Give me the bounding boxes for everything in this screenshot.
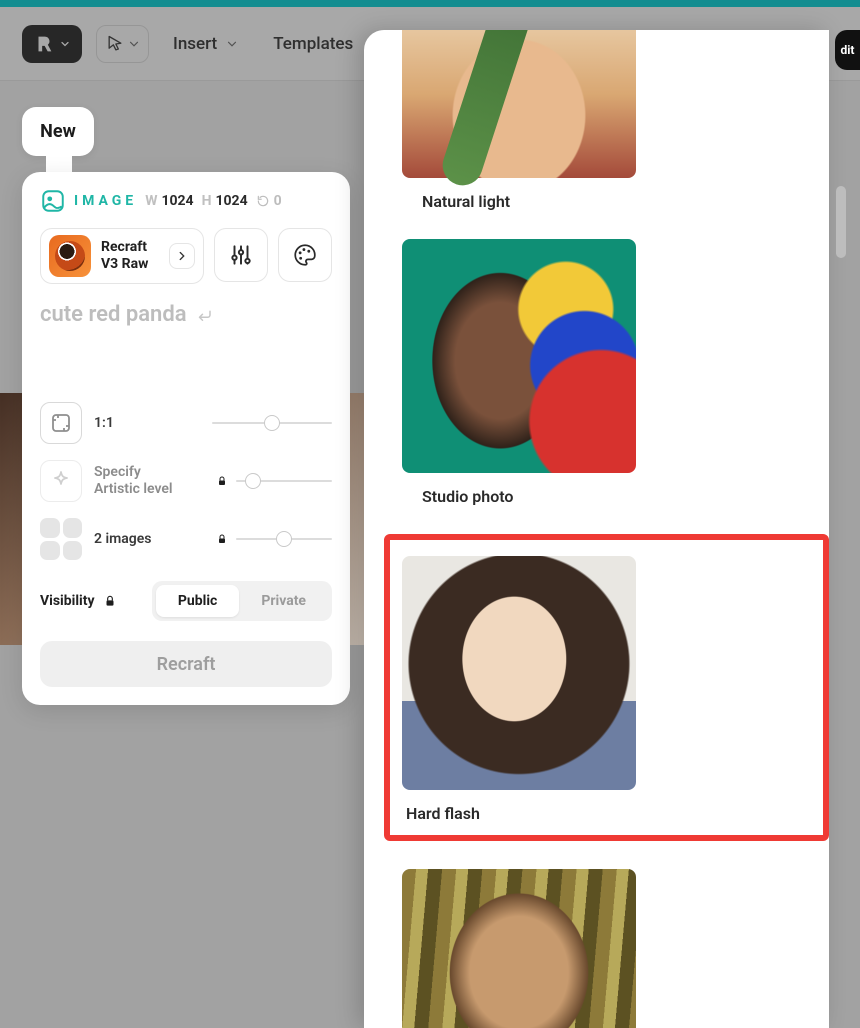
enter-icon: [195, 306, 213, 324]
slider-knob[interactable]: [264, 415, 280, 431]
lock-icon: [216, 475, 228, 487]
edge-action-pill[interactable]: dit: [835, 30, 860, 70]
width-value: 1024: [161, 193, 193, 209]
sparkle-icon: [49, 469, 73, 493]
style-gallery-panel: Natural light Studio photo Hard flash: [364, 30, 829, 1028]
tile-icon: [63, 541, 83, 561]
model-name-line1: Recraft: [101, 239, 148, 256]
advanced-settings-button[interactable]: [214, 228, 268, 282]
visibility-public-label: Public: [178, 593, 217, 609]
visibility-row: Visibility Public Private: [40, 581, 332, 621]
tile-icon: [40, 541, 60, 561]
palette-icon: [292, 242, 318, 268]
tile-icon: [40, 518, 60, 538]
style-label: Natural light: [402, 192, 829, 211]
style-label: Hard flash: [402, 804, 811, 823]
lock-icon: [216, 533, 228, 545]
style-thumbnail: [402, 30, 636, 178]
style-label: Studio photo: [402, 487, 829, 506]
style-card-hard-flash[interactable]: Hard flash: [384, 534, 829, 841]
image-count-row: 2 images: [40, 517, 332, 561]
width-field[interactable]: W 1024: [145, 193, 193, 209]
output-spec-row: IMAGE W 1024 H 1024 0: [40, 188, 332, 214]
generation-panel: IMAGE W 1024 H 1024 0 Recraft V3 Raw: [22, 172, 350, 705]
prompt-input[interactable]: cute red panda: [40, 298, 332, 387]
model-row: Recraft V3 Raw: [40, 228, 332, 284]
aspect-ratio-row: 1:1: [40, 401, 332, 445]
chevron-right-icon: [175, 249, 189, 263]
image-mode-icon: [40, 188, 66, 214]
model-thumbnail: [49, 235, 91, 277]
prompt-placeholder: cute red panda: [40, 302, 187, 327]
gallery-scrollbar[interactable]: [836, 186, 846, 1006]
visibility-toggle: Public Private: [152, 581, 332, 621]
height-value: 1024: [215, 193, 247, 209]
generate-button-label: Recraft: [157, 654, 216, 675]
aspect-ratio-icon: [49, 411, 73, 435]
aspect-ratio-button[interactable]: [40, 402, 82, 444]
image-count-label: 2 images: [94, 531, 152, 548]
style-card-studio-photo[interactable]: Studio photo: [402, 239, 829, 506]
color-palette-button[interactable]: [278, 228, 332, 282]
visibility-private-label: Private: [261, 593, 306, 609]
artistic-level-row: Specify Artistic level: [40, 459, 332, 503]
rotation-value: 0: [274, 193, 282, 209]
width-letter: W: [145, 193, 157, 209]
model-name-line2: V3 Raw: [101, 256, 148, 273]
artistic-label-line1: Specify: [94, 464, 173, 481]
rotate-icon: [256, 194, 270, 208]
artistic-level-slider[interactable]: [236, 480, 332, 482]
sliders-icon: [228, 242, 254, 268]
scrollbar-thumb[interactable]: [836, 186, 846, 258]
image-count-button[interactable]: [40, 518, 82, 560]
style-thumbnail: [402, 239, 636, 473]
visibility-public-button[interactable]: Public: [156, 585, 239, 617]
window-accent-bar: [0, 0, 860, 7]
visibility-private-button[interactable]: Private: [239, 585, 328, 617]
slider-knob[interactable]: [245, 473, 261, 489]
height-field[interactable]: H 1024: [202, 193, 248, 209]
aspect-ratio-label: 1:1: [94, 415, 114, 432]
tile-icon: [63, 518, 83, 538]
new-project-tab[interactable]: New: [22, 107, 94, 156]
artistic-level-button[interactable]: [40, 460, 82, 502]
edge-action-label: dit: [841, 43, 855, 57]
new-project-label: New: [40, 121, 76, 142]
generate-button[interactable]: Recraft: [40, 641, 332, 687]
artistic-label-line2: Artistic level: [94, 481, 173, 498]
model-selector[interactable]: Recraft V3 Raw: [40, 228, 204, 284]
lock-icon: [103, 594, 117, 608]
aspect-ratio-slider[interactable]: [212, 422, 332, 424]
slider-knob[interactable]: [276, 531, 292, 547]
style-card-motion-blur[interactable]: [402, 869, 829, 1028]
visibility-label: Visibility: [40, 593, 95, 609]
image-mode-label: IMAGE: [74, 193, 137, 209]
style-card-natural-light[interactable]: Natural light: [402, 30, 829, 211]
model-expand-button[interactable]: [169, 243, 195, 269]
image-count-slider[interactable]: [236, 538, 332, 540]
height-letter: H: [202, 193, 212, 209]
style-thumbnail: [402, 556, 636, 790]
rotation-field[interactable]: 0: [256, 193, 282, 209]
model-name: Recraft V3 Raw: [101, 239, 148, 273]
style-thumbnail: [402, 869, 636, 1028]
